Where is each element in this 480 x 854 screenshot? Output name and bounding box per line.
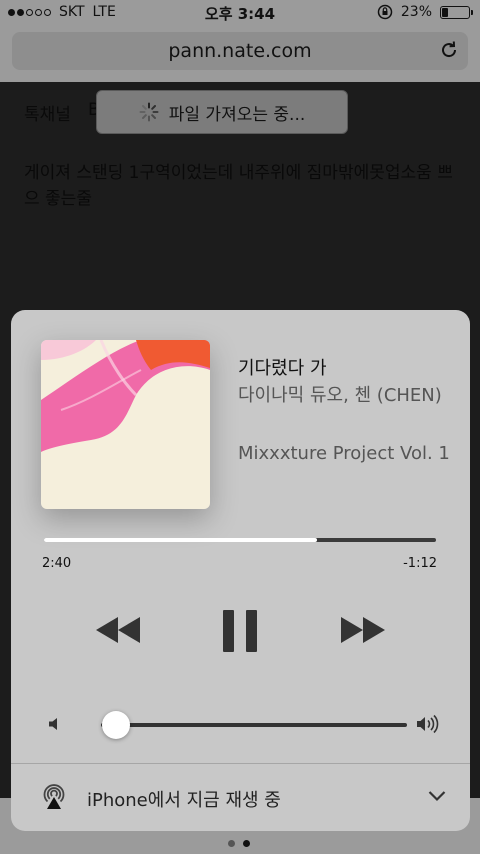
volume-knob[interactable] (102, 711, 131, 739)
volume-low-icon (49, 718, 57, 730)
pause-button[interactable] (223, 610, 257, 652)
track-album: Mixxxture Project Vol. 1 (238, 443, 450, 464)
remaining-time: -1:12 (403, 556, 437, 571)
page-dot-active (243, 840, 250, 847)
fast-forward-button[interactable] (341, 608, 385, 652)
page-indicator (228, 840, 250, 847)
airplay-icon (43, 784, 65, 809)
rewind-button[interactable] (96, 608, 140, 652)
track-title: 기다렸다 가 (238, 358, 327, 379)
volume-high-icon (417, 714, 439, 734)
spinner-icon (139, 102, 159, 122)
airplay-label: iPhone에서 지금 재생 중 (87, 790, 281, 811)
playback-scrubber[interactable] (44, 538, 436, 542)
url-text: pann.nate.com (168, 40, 312, 62)
airplay-route-row[interactable]: iPhone에서 지금 재생 중 (11, 764, 470, 831)
album-artwork (41, 340, 210, 509)
elapsed-time: 2:40 (42, 556, 72, 571)
fast-forward-icon (341, 617, 385, 643)
track-artist: 다이나믹 듀오, 첸 (CHEN) (238, 385, 442, 406)
status-right: 23% (377, 4, 473, 20)
volume-slider[interactable] (101, 723, 407, 727)
url-field[interactable]: pann.nate.com (12, 32, 468, 70)
article-text: 게이져 스탠딩 1구역이었는데 내주위에 짐마밖에못업소움 쁘으 좋는줄 (24, 163, 453, 209)
page-nav-item[interactable]: 톡채널 (24, 100, 71, 125)
battery-icon (440, 5, 473, 19)
loading-toast: 파일 가져오는 중... (96, 90, 348, 134)
status-bar: SKT LTE 오후 3:44 23% (0, 0, 480, 26)
reload-icon[interactable] (438, 39, 460, 61)
page-dot (228, 840, 235, 847)
pause-icon (223, 610, 257, 652)
battery-percent: 23% (400, 4, 432, 20)
orientation-lock-icon (377, 4, 393, 20)
chevron-down-icon[interactable] (428, 790, 446, 802)
rewind-icon (96, 617, 140, 643)
playback-progress (44, 538, 317, 542)
loading-text: 파일 가져오는 중... (168, 104, 306, 125)
now-playing-panel: 기다렸다 가 다이나믹 듀오, 첸 (CHEN) Mixxxture Proje… (11, 310, 470, 831)
browser-address-bar: pann.nate.com (0, 26, 480, 82)
